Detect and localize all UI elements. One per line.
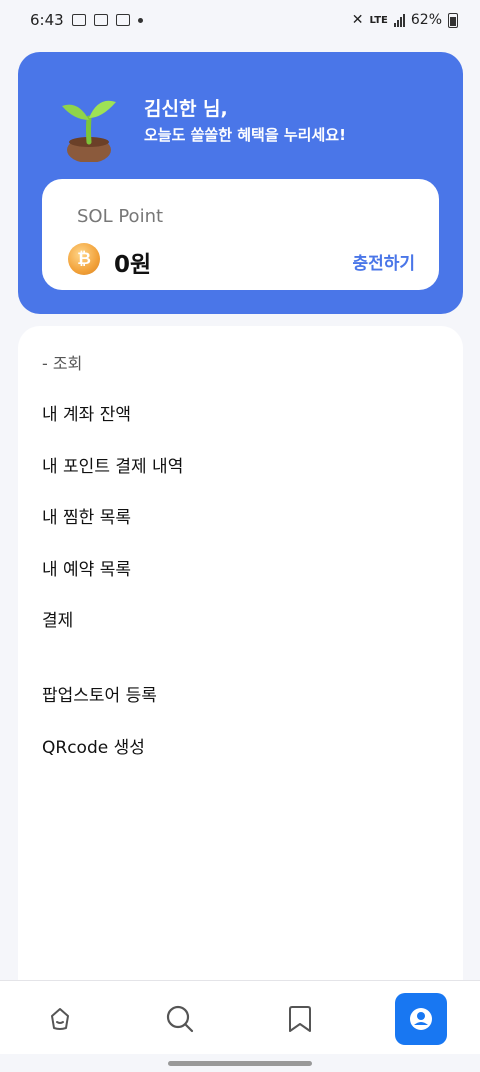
greeting-name: 김신한 님, xyxy=(144,98,228,120)
nav-profile-button[interactable] xyxy=(395,993,447,1045)
sprout-icon xyxy=(62,100,116,162)
menu-item-qrcode[interactable]: QRcode 생성 xyxy=(42,733,145,758)
status-time: 6:43 xyxy=(30,11,64,29)
battery-icon xyxy=(448,12,458,28)
point-title: SOL Point xyxy=(77,206,164,227)
nav-search-button[interactable] xyxy=(154,993,206,1045)
menu-item-reservations[interactable]: 내 예약 목록 xyxy=(42,555,131,580)
menu-section-label: - 조회 xyxy=(42,354,83,373)
menu-panel: - 조회 내 계좌 잔액 내 포인트 결제 내역 내 찜한 목록 내 예약 목록… xyxy=(18,326,463,986)
sol-point-box: SOL Point ₿ 0원 충전하기 xyxy=(42,179,439,290)
greeting-subtitle: 오늘도 쏠쏠한 혜택을 누리세요! xyxy=(144,126,346,144)
battery-percent: 62% xyxy=(410,12,442,28)
nav-bookmark-button[interactable] xyxy=(274,993,326,1045)
home-indicator xyxy=(168,1061,312,1066)
status-bar: 6:43 ✕ LTE 62% xyxy=(0,0,480,40)
menu-item-account-balance[interactable]: 내 계좌 잔액 xyxy=(42,400,131,425)
coin-icon: ₿ xyxy=(68,243,100,275)
screen-record-icon xyxy=(93,14,108,26)
charge-button[interactable]: 충전하기 xyxy=(352,249,415,274)
signal-icon xyxy=(393,13,405,27)
menu-item-point-history[interactable]: 내 포인트 결제 내역 xyxy=(42,452,183,477)
gallery-icon xyxy=(115,14,130,26)
search-icon xyxy=(166,1005,194,1033)
menu-item-popup-store-register[interactable]: 팝업스토어 등록 xyxy=(42,681,157,706)
screenshot-icon xyxy=(71,14,86,26)
bookmark-icon xyxy=(289,1006,311,1032)
network-label: LTE xyxy=(369,14,388,26)
mute-icon: ✕ xyxy=(351,12,364,28)
bottom-nav xyxy=(0,980,480,1054)
profile-icon xyxy=(410,1008,432,1030)
greeting-card: 김신한 님, 오늘도 쏠쏠한 혜택을 누리세요! SOL Point ₿ 0원 … xyxy=(18,52,463,314)
notification-dot-icon xyxy=(137,17,143,23)
menu-item-payment[interactable]: 결제 xyxy=(42,606,73,631)
point-balance: 0원 xyxy=(114,252,152,278)
menu-item-wishlist[interactable]: 내 찜한 목록 xyxy=(42,503,131,528)
nav-home-button[interactable] xyxy=(34,993,86,1045)
home-icon xyxy=(51,1008,69,1030)
